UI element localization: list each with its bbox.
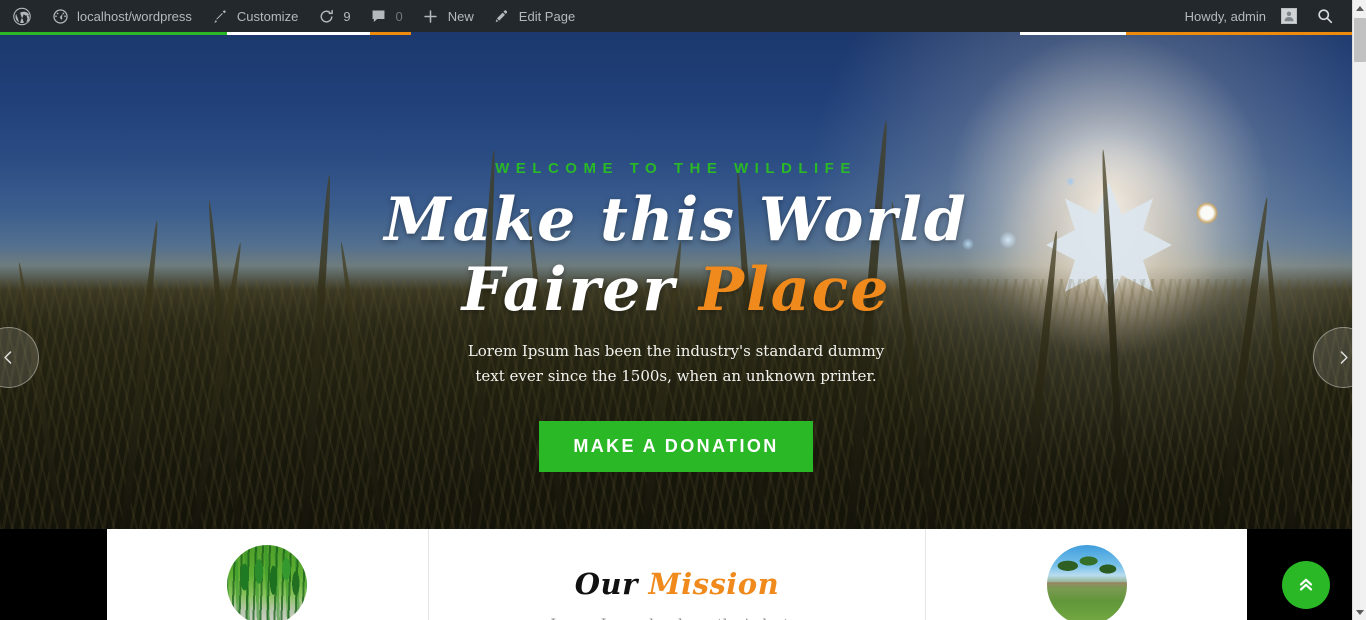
search-icon bbox=[1315, 6, 1335, 26]
new-content-menu[interactable]: New bbox=[412, 0, 483, 32]
scroll-to-top-button[interactable] bbox=[1282, 561, 1330, 609]
wp-admin-bar: localhost/wordpress Customize 9 0 New Ed… bbox=[0, 0, 1366, 32]
hero-subtitle: Lorem Ipsum has been the industry's stan… bbox=[467, 342, 885, 385]
mission-column-left bbox=[107, 529, 428, 620]
site-name-label: localhost/wordpress bbox=[77, 8, 192, 24]
edit-page-label: Edit Page bbox=[518, 8, 576, 24]
customize-link[interactable]: Customize bbox=[201, 0, 307, 32]
palm-trees-resort-photo bbox=[1046, 545, 1127, 620]
paintbrush-icon bbox=[210, 6, 230, 26]
hero-headline-line2-plain: Fairer bbox=[461, 255, 699, 325]
hero-headline-line2: Fairer Place bbox=[384, 255, 968, 325]
green-vines-photo bbox=[227, 545, 308, 620]
wp-logo-menu[interactable] bbox=[3, 0, 41, 32]
chevron-right-icon bbox=[1335, 349, 1352, 366]
mission-card: Our Mission Lorem Ipsum has been the ind… bbox=[107, 529, 1247, 620]
my-account-menu[interactable]: Howdy, admin bbox=[1176, 0, 1306, 32]
avatar bbox=[1281, 8, 1297, 24]
page-viewport: WELCOME TO THE WILDLIFE Make this World … bbox=[0, 32, 1352, 620]
site-name-menu[interactable]: localhost/wordpress bbox=[41, 0, 201, 32]
search-toggle-button[interactable] bbox=[1306, 0, 1344, 32]
edit-page-link[interactable]: Edit Page bbox=[483, 0, 584, 32]
customize-label: Customize bbox=[236, 8, 299, 24]
update-refresh-icon bbox=[316, 6, 336, 26]
plus-icon bbox=[421, 6, 441, 26]
mission-title: Our Mission bbox=[575, 567, 779, 601]
hero-headline-accent: Place bbox=[698, 255, 891, 325]
wordpress-logo-icon bbox=[12, 6, 32, 26]
new-label: New bbox=[447, 8, 474, 24]
scrollbar-thumb[interactable] bbox=[1354, 18, 1366, 62]
mission-title-accent: Mission bbox=[648, 567, 780, 601]
updates-link[interactable]: 9 bbox=[307, 0, 359, 32]
scroll-up-arrow-icon[interactable] bbox=[1353, 0, 1366, 16]
double-chevron-up-icon bbox=[1296, 575, 1316, 595]
chevron-left-icon bbox=[0, 349, 17, 366]
mission-column-right bbox=[925, 529, 1247, 620]
browser-scrollbar[interactable] bbox=[1352, 0, 1366, 620]
mission-title-plain: Our bbox=[574, 567, 638, 601]
make-a-donation-button[interactable]: MAKE A DONATION bbox=[539, 421, 813, 472]
scroll-down-arrow-icon[interactable] bbox=[1353, 604, 1366, 620]
comments-count: 0 bbox=[395, 8, 403, 24]
comments-link[interactable]: 0 bbox=[360, 0, 412, 32]
hero-headline: Make this World Fairer Place bbox=[384, 185, 968, 325]
hero-content: WELCOME TO THE WILDLIFE Make this World … bbox=[0, 32, 1352, 529]
updates-count: 9 bbox=[343, 8, 351, 24]
dashboard-icon bbox=[50, 6, 70, 26]
hero-headline-line1: Make this World bbox=[384, 185, 968, 255]
hero-slider: WELCOME TO THE WILDLIFE Make this World … bbox=[0, 32, 1352, 529]
comment-bubble-icon bbox=[369, 6, 389, 26]
hero-eyebrow: WELCOME TO THE WILDLIFE bbox=[495, 160, 857, 177]
mission-column-center: Our Mission Lorem Ipsum has been the ind… bbox=[427, 529, 926, 620]
howdy-label: Howdy, admin bbox=[1184, 8, 1266, 24]
admin-bar-left-group: localhost/wordpress Customize 9 0 New Ed… bbox=[0, 0, 584, 32]
admin-bar-right-group: Howdy, admin bbox=[1176, 0, 1366, 32]
pencil-icon bbox=[492, 6, 512, 26]
